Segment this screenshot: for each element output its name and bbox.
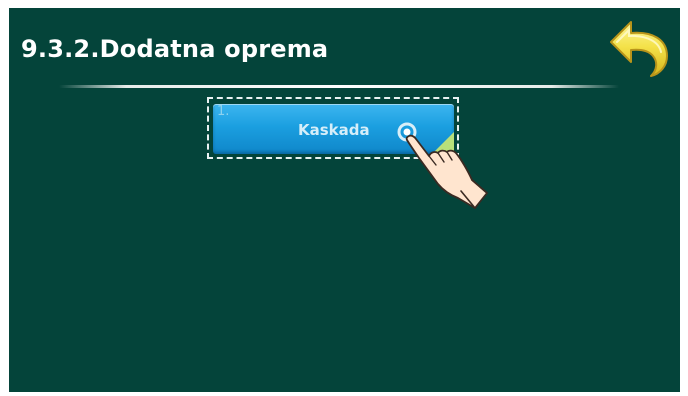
menu-item-label: Kaskada (298, 121, 370, 139)
back-arrow-icon (610, 21, 668, 77)
page-title: 9.3.2.Dodatna oprema (21, 35, 329, 63)
menu-item-index: 1. (217, 104, 230, 119)
back-button[interactable] (607, 18, 673, 80)
pointing-hand-icon (397, 122, 488, 209)
screen: 9.3.2.Dodatna oprema (9, 8, 680, 392)
title-divider (59, 85, 619, 88)
